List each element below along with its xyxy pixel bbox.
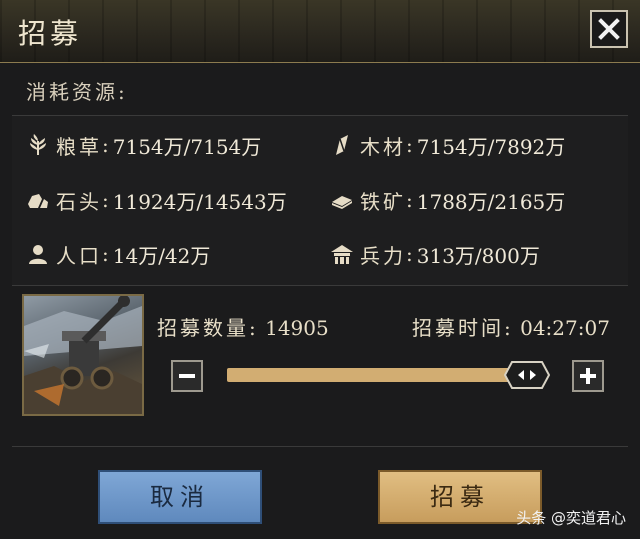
separator: : <box>406 242 413 266</box>
resource-troops: 兵力: 313万/800万 <box>330 239 540 269</box>
resource-value: 313万/800万 <box>416 243 540 268</box>
resource-wood: 木材: 7154万/7892万 <box>330 130 565 160</box>
barracks-icon <box>331 245 353 264</box>
dialog-title: 招募 <box>18 17 83 50</box>
resource-name: 石头 <box>56 189 102 214</box>
recruit-quantity-label: 招募数量: <box>157 316 259 340</box>
person-icon <box>29 245 47 264</box>
resource-value: 7154万/7154万 <box>112 134 262 159</box>
title-bar: 招募 <box>0 0 640 63</box>
recruit-time: 招募时间: 04:27:07 <box>412 312 610 341</box>
increase-button[interactable] <box>572 360 604 392</box>
separator: : <box>102 242 109 266</box>
quantity-slider[interactable] <box>227 368 537 382</box>
resource-name: 兵力 <box>360 243 406 268</box>
close-button[interactable] <box>590 10 628 48</box>
resource-grain: 粮草: 7154万/7154万 <box>26 130 261 160</box>
resource-value: 7154万/7892万 <box>416 134 566 159</box>
recruit-time-value: 04:27:07 <box>520 316 610 340</box>
resource-value: 14万/42万 <box>112 243 211 268</box>
decrease-button[interactable] <box>171 360 203 392</box>
resource-name: 铁矿 <box>360 189 406 214</box>
wood-icon <box>336 135 348 155</box>
resource-name: 人口 <box>56 243 102 268</box>
stone-icon <box>28 194 48 208</box>
separator: : <box>406 188 413 212</box>
unit-portrait <box>22 294 144 416</box>
slider-fill <box>227 368 528 382</box>
recruit-quantity: 招募数量: 14905 <box>157 312 329 341</box>
siege-weapon-image <box>24 296 142 414</box>
resource-stone: 石头: 11924万/14543万 <box>26 185 287 215</box>
plus-icon <box>580 368 596 384</box>
recruit-time-label: 招募时间: <box>412 316 514 340</box>
separator: : <box>102 133 109 157</box>
resource-iron: 铁矿: 1788万/2165万 <box>330 185 565 215</box>
resources-label: 消耗资源: <box>26 80 128 104</box>
resource-name: 粮草 <box>56 134 102 159</box>
close-icon <box>598 18 620 40</box>
resource-population: 人口: 14万/42万 <box>26 239 210 269</box>
separator: : <box>406 133 413 157</box>
divider <box>12 446 628 447</box>
wheat-icon <box>30 134 46 155</box>
iron-icon <box>332 196 352 209</box>
watermark: 头条 @奕道君心 <box>516 509 626 527</box>
resource-value: 1788万/2165万 <box>416 189 566 214</box>
recruit-quantity-value: 14905 <box>265 316 329 340</box>
slider-handle[interactable] <box>503 360 551 390</box>
resource-value: 11924万/14543万 <box>112 189 287 214</box>
separator: : <box>102 188 109 212</box>
minus-icon <box>179 374 195 378</box>
resource-name: 木材 <box>360 134 406 159</box>
cancel-button[interactable]: 取消 <box>98 470 262 524</box>
drag-handle-icon <box>503 361 551 389</box>
